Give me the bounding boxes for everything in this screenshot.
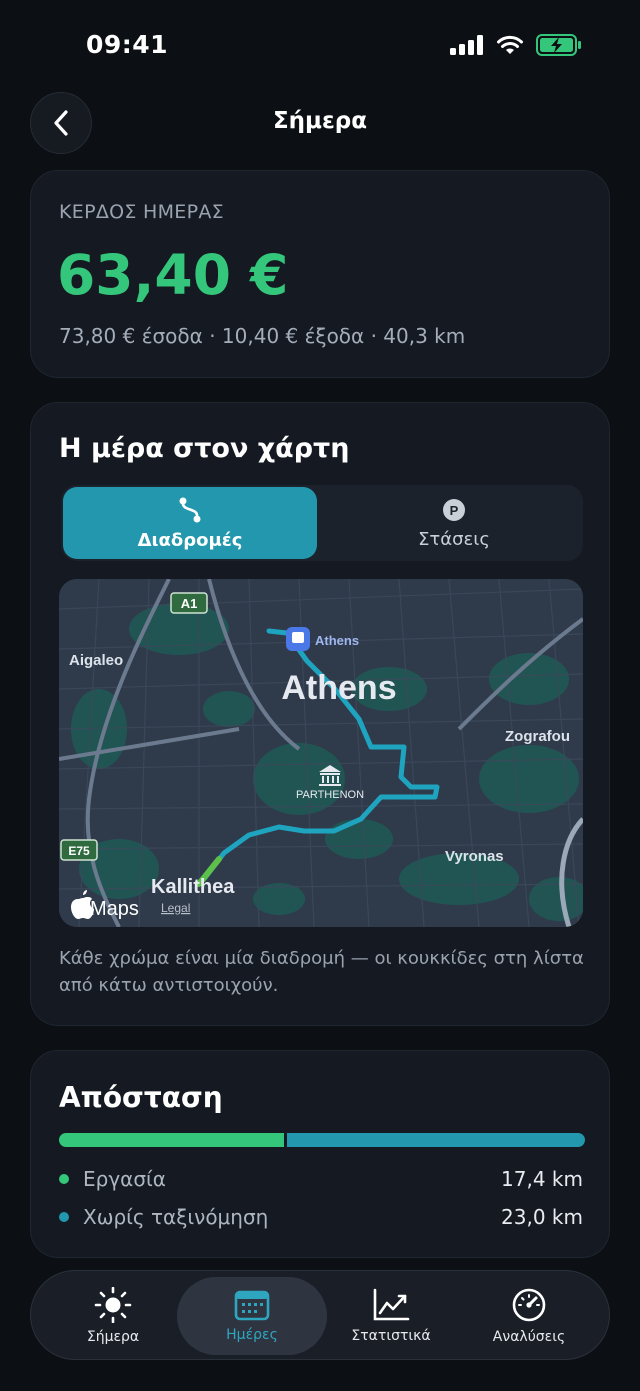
place-label-aigaleo: Aigaleo xyxy=(69,652,123,669)
signal-icon xyxy=(450,35,483,55)
status-icons xyxy=(450,34,582,56)
tab-days-label: Ημέρες xyxy=(226,1327,278,1343)
transit-label: Athens xyxy=(315,633,359,648)
chart-icon xyxy=(373,1288,410,1321)
map-card: Η μέρα στον χάρτη Διαδρομές P Στάσεις A1… xyxy=(30,402,610,1026)
maps-brand-label: Maps xyxy=(90,898,139,920)
parking-icon: P xyxy=(443,498,465,521)
distance-bar-segment xyxy=(287,1133,585,1147)
tab-stops[interactable]: P Στάσεις xyxy=(327,485,581,561)
tab-today[interactable]: Σήμερα xyxy=(43,1277,183,1355)
status-time: 09:41 xyxy=(86,30,169,59)
earnings-amount: 63,40 € xyxy=(57,243,289,307)
status-bar: 09:41 xyxy=(0,0,640,90)
map-section-title: Η μέρα στον χάρτη xyxy=(59,433,350,464)
legal-link[interactable]: Legal xyxy=(161,901,190,915)
sun-icon xyxy=(94,1287,132,1323)
tab-days[interactable]: Ημέρες xyxy=(177,1277,327,1355)
earnings-summary: 73,80 € έσοδα · 10,40 € έξοδα · 40,3 km xyxy=(59,324,466,348)
tab-routes-label: Διαδρομές xyxy=(137,529,243,551)
landmark-label: PARTHENON xyxy=(296,789,364,801)
legend-dot-work xyxy=(59,1174,69,1184)
road-shield-e75: E75 xyxy=(60,839,98,861)
distance-title: Απόσταση xyxy=(59,1081,223,1114)
map-canvas: A1 E75 Athens Athens PARTHENON Aigaleo Z… xyxy=(59,579,583,927)
legend-dot-unclassified xyxy=(59,1212,69,1222)
distance-legend-row-work: Εργασία 17,4 km xyxy=(59,1164,583,1194)
route-map[interactable]: A1 E75 Athens Athens PARTHENON Aigaleo Z… xyxy=(59,579,583,927)
legend-name-unclassified: Χωρίς ταξινόμηση xyxy=(83,1205,269,1229)
earnings-label: ΚΕΡΔΟΣ ΗΜΕΡΑΣ xyxy=(59,201,224,223)
page-title: Σήμερα xyxy=(272,108,368,134)
gauge-icon xyxy=(512,1288,546,1322)
place-label-zografou: Zografou xyxy=(505,728,570,745)
map-view-toggle: Διαδρομές P Στάσεις xyxy=(61,485,583,561)
distance-legend-row-unclassified: Χωρίς ταξινόμηση 23,0 km xyxy=(59,1202,583,1232)
bottom-tab-bar: Σήμερα Ημέρες Στατιστικά Αναλύσεις xyxy=(30,1270,610,1360)
tab-analyses[interactable]: Αναλύσεις xyxy=(459,1277,599,1355)
map-city-label: Athens xyxy=(281,669,396,707)
tab-routes[interactable]: Διαδρομές xyxy=(63,487,317,559)
tab-statistics-label: Στατιστικά xyxy=(351,1328,431,1344)
route-icon xyxy=(179,497,201,522)
place-label-kallithea: Kallithea xyxy=(151,876,235,898)
distance-card: Απόσταση Εργασία 17,4 km Χωρίς ταξινόμησ… xyxy=(30,1050,610,1258)
wifi-icon xyxy=(497,35,523,54)
battery-charging-icon xyxy=(536,34,581,56)
road-e75-label: E75 xyxy=(68,844,90,858)
tab-statistics[interactable]: Στατιστικά xyxy=(321,1277,461,1355)
legend-name-work: Εργασία xyxy=(83,1167,166,1191)
tab-analyses-label: Αναλύσεις xyxy=(492,1329,566,1345)
legend-value-unclassified: 23,0 km xyxy=(501,1205,583,1229)
place-label-vyronas: Vyronas xyxy=(445,848,504,865)
distance-bar xyxy=(59,1133,585,1147)
svg-text:P: P xyxy=(450,503,459,518)
tab-stops-label: Στάσεις xyxy=(418,528,490,550)
calendar-icon xyxy=(234,1290,270,1321)
road-a1-label: A1 xyxy=(181,596,198,611)
tab-today-label: Σήμερα xyxy=(86,1329,140,1345)
map-caption: Κάθε χρώμα είναι μία διαδρομή — οι κουκκ… xyxy=(59,948,584,996)
distance-bar-segment xyxy=(59,1133,285,1147)
road-shield-a1: A1 xyxy=(170,592,208,614)
legend-value-work: 17,4 km xyxy=(501,1167,583,1191)
earnings-card: ΚΕΡΔΟΣ ΗΜΕΡΑΣ 63,40 € 73,80 € έσοδα · 10… xyxy=(30,170,610,378)
